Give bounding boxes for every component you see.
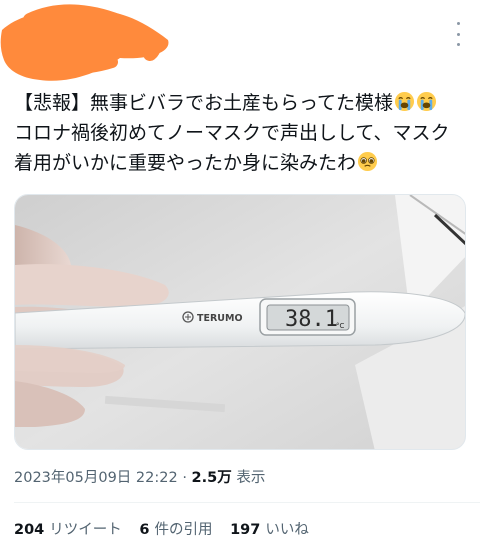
- likes-count: 197: [230, 522, 261, 538]
- meta-separator: ·: [182, 470, 187, 486]
- tweet-line-1-text: 【悲報】無事ビバラでお土産もらってた模様: [14, 92, 394, 114]
- tweet-header: [0, 0, 480, 86]
- likes-label: いいね: [265, 522, 309, 538]
- tweet-text: 【悲報】無事ビバラでお土産もらってた模様 コロナ禍後初めてノーマスクで声出しして…: [14, 88, 474, 178]
- views-count: 2.5万: [191, 470, 232, 486]
- quotes-stat[interactable]: 6 件の引用: [139, 518, 212, 539]
- temperature-unit: °C: [336, 322, 345, 330]
- tweet-stats: 204 リツイート 6 件の引用 197 いいね: [14, 518, 322, 539]
- thermometer-photo: TERUMO 38.1 °C: [15, 195, 465, 449]
- tweet-line-3: 着用がいかに重要やったか身に染みたわ: [14, 148, 474, 178]
- quotes-count: 6: [139, 522, 150, 538]
- thermometer-brand: TERUMO: [197, 313, 243, 324]
- retweets-count: 204: [14, 522, 45, 538]
- timestamp[interactable]: 2023年05月09日 22:22: [14, 470, 178, 486]
- tweet-metadata: 2023年05月09日 22:22 · 2.5万 表示: [14, 466, 265, 487]
- tweet-photo[interactable]: TERUMO 38.1 °C: [14, 194, 466, 450]
- temperature-reading: 38.1: [285, 307, 338, 332]
- likes-stat[interactable]: 197 いいね: [230, 518, 309, 539]
- loudly-crying-face-icon: [395, 91, 415, 112]
- views-label: 表示: [236, 470, 266, 486]
- tweet-line-1: 【悲報】無事ビバラでお土産もらってた模様: [14, 88, 474, 118]
- tweet-line-2: コロナ禍後初めてノーマスクで声出しして、マスク: [14, 122, 450, 144]
- loudly-crying-face-icon: [417, 91, 437, 112]
- retweets-stat[interactable]: 204 リツイート: [14, 518, 122, 539]
- retweets-label: リツイート: [49, 522, 122, 538]
- tweet-line-3-text: 着用がいかに重要やったか身に染みたわ: [14, 152, 357, 174]
- pleading-face-icon: [357, 151, 378, 172]
- divider: [14, 502, 480, 503]
- redaction-scribble: [0, 4, 169, 81]
- more-options-icon[interactable]: [450, 22, 466, 46]
- quotes-label: 件の引用: [154, 522, 213, 538]
